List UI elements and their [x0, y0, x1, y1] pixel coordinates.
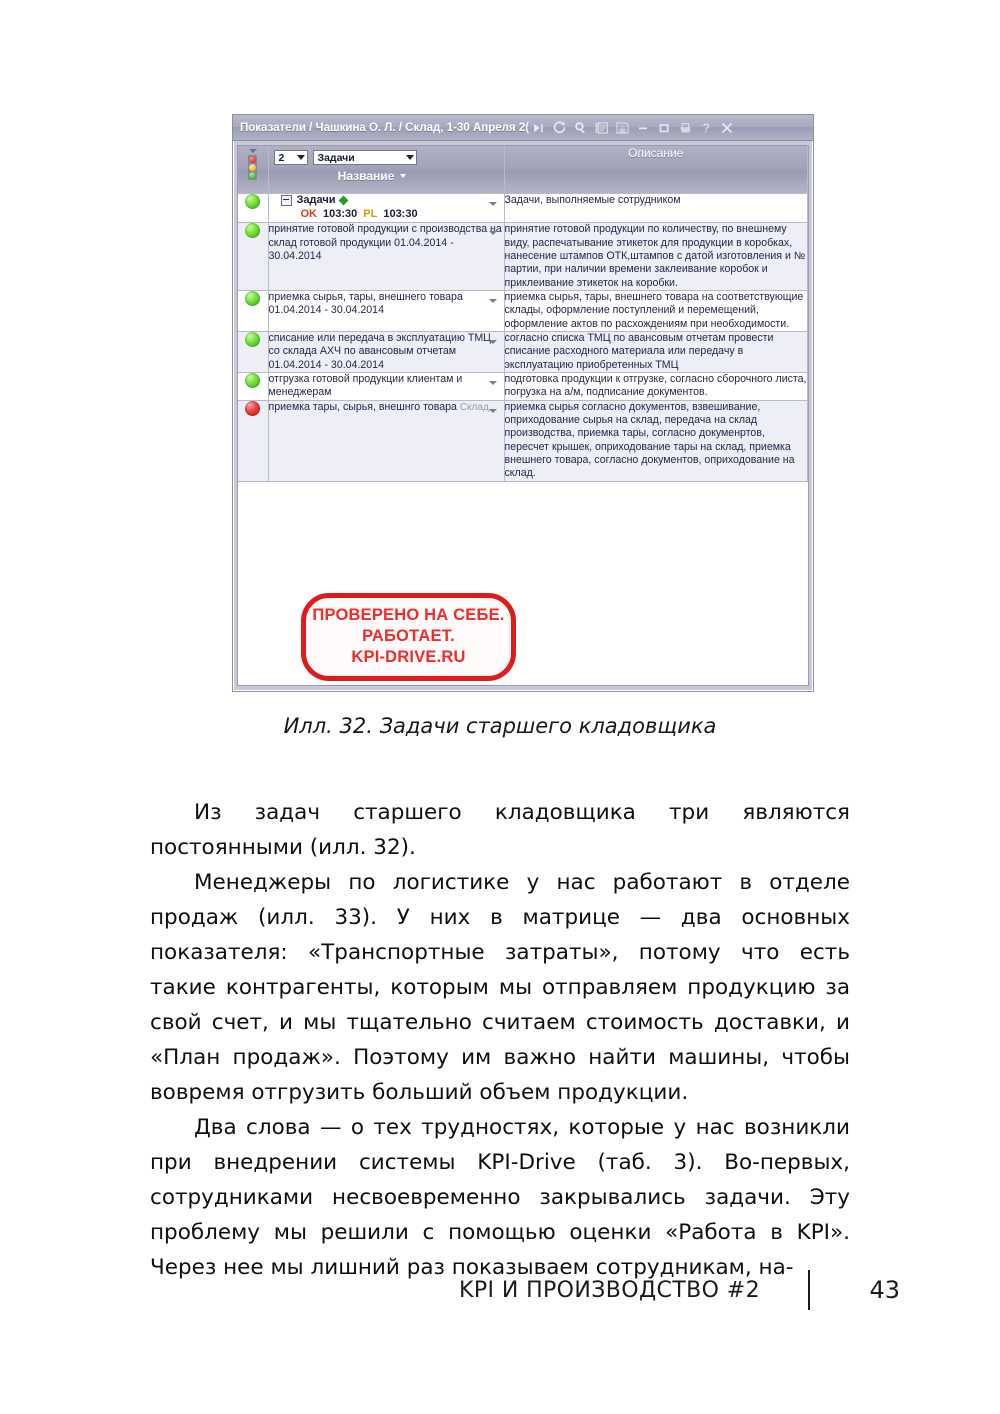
ok-label: OK — [300, 208, 318, 221]
row-status-cell — [238, 193, 269, 224]
row-description-cell: приемка сырья согласно документов, взвеш… — [504, 400, 808, 482]
status-dot-green-icon — [245, 373, 261, 388]
page-footer: KPI И ПРОИЗВОДСТВО #2 43 — [150, 1268, 900, 1312]
row-status-cell — [238, 400, 269, 482]
pl-label: PL — [363, 208, 378, 221]
chevron-down-icon[interactable] — [488, 339, 497, 344]
figure-caption: Илл. 32. Задачи старшего кладовщика — [283, 714, 717, 738]
svg-text:sav: sav — [620, 124, 626, 128]
row-name-cell[interactable]: приемка тары, сырья, внешнго товара Скла… — [268, 400, 505, 482]
paragraph: Два слова — о тех трудностях, которые у … — [150, 1115, 850, 1280]
row-name-cell[interactable]: отгрузка готовой продукции клиентам и ме… — [268, 372, 505, 401]
table-row[interactable]: принятие готовой продукции с производств… — [238, 222, 808, 291]
name-column-header: 2 Задачи Название — [268, 146, 505, 194]
row-name-cell[interactable]: приемка сырья, тары, внешнего товара 01.… — [268, 290, 505, 332]
task-name: приемка тары, сырья, внешнго товара — [268, 400, 457, 413]
print-icon[interactable] — [678, 121, 692, 135]
task-name: списание или передача в эксплуатацию ТМЦ… — [268, 331, 492, 371]
row-description-cell: приемка сырья, тары, внешнего товара на … — [504, 290, 808, 332]
save-icon[interactable]: sav — [615, 121, 629, 135]
body-text: Из задач старшего кладовщика три являютс… — [150, 795, 850, 1285]
search-icon[interactable] — [573, 121, 587, 135]
application-window-screenshot: Показатели / Чашкина О. Л. / Склад, 1-30… — [232, 114, 814, 692]
status-dot-green-icon — [245, 223, 261, 239]
diamond-marker-icon — [339, 195, 349, 206]
status-dot-green-icon — [245, 290, 261, 306]
footer-book-title: KPI И ПРОИЗВОДСТВО #2 — [459, 1277, 760, 1303]
play-next-icon[interactable] — [531, 121, 545, 135]
task-name-tag: Склад, — [459, 401, 492, 413]
stamp-line-1: ПРОВЕРЕНО НА СЕБЕ. — [312, 606, 505, 625]
traffic-red-dot — [249, 156, 257, 163]
status-dot-green-icon — [245, 331, 261, 347]
table-row[interactable]: отгрузка готовой продукции клиентам и ме… — [238, 372, 808, 401]
status-dot-red-icon — [245, 400, 261, 416]
chevron-down-icon — [296, 155, 305, 160]
sort-label: Название — [337, 169, 395, 183]
count-dropdown-value: 2 — [278, 151, 285, 164]
chevron-down-icon[interactable] — [488, 201, 497, 206]
grid-header-row: 2 Задачи Название Описание — [238, 146, 808, 194]
traffic-yellow-dot — [249, 164, 257, 171]
row-description-cell: согласно списка ТМЦ по авансовым отчетам… — [504, 331, 808, 374]
report-icon[interactable] — [594, 121, 608, 135]
row-status-cell — [238, 222, 269, 291]
chevron-down-icon[interactable] — [488, 408, 497, 413]
row-name-cell[interactable]: принятие готовой продукции с производств… — [268, 222, 505, 291]
minimize-icon[interactable] — [636, 121, 650, 135]
status-column-header[interactable] — [238, 146, 269, 194]
type-dropdown-value: Задачи — [317, 151, 355, 164]
row-status-cell — [238, 331, 269, 374]
pl-value: 103:30 — [383, 208, 418, 221]
window-titlebar: Показатели / Чашкина О. Л. / Склад, 1-30… — [233, 115, 813, 141]
table-row[interactable]: приемка сырья, тары, внешнего товара 01.… — [238, 290, 808, 332]
help-icon[interactable]: ? — [699, 121, 713, 135]
row-status-cell — [238, 290, 269, 332]
row-name-cell[interactable]: Задачи OK 103:30 PL 103:30 — [268, 193, 505, 224]
status-dot-green-icon — [245, 193, 261, 209]
traffic-green-dot — [249, 172, 257, 179]
group-title: Задачи — [296, 193, 336, 206]
type-dropdown[interactable]: Задачи — [312, 150, 417, 165]
description-column-header[interactable]: Описание — [504, 146, 808, 194]
task-name: принятие готовой продукции с производств… — [268, 223, 502, 262]
window-title: Показатели / Чашкина О. Л. / Склад, 1-30… — [240, 121, 530, 134]
maximize-icon[interactable] — [657, 121, 671, 135]
row-description-cell: принятие готовой продукции по количеству… — [504, 222, 808, 291]
task-name: отгрузка готовой продукции клиентам и ме… — [268, 373, 463, 399]
paragraph: Менеджеры по логистике у нас работают в … — [150, 870, 850, 1105]
row-description-cell: Задачи, выполняемые сотрудником — [504, 193, 808, 224]
description-column-label: Описание — [628, 146, 684, 160]
row-name-cell[interactable]: списание или передача в эксплуатацию ТМЦ… — [268, 331, 505, 374]
row-description-cell: подготовка продукции к отгрузке, согласн… — [504, 372, 808, 401]
stamp-line-3: KPI-DRIVE.RU — [351, 647, 466, 666]
close-icon[interactable] — [720, 121, 734, 135]
collapse-toggle-icon[interactable] — [280, 194, 292, 206]
sort-control[interactable]: Название — [274, 169, 499, 183]
traffic-light-icon — [248, 155, 258, 180]
chevron-down-icon[interactable] — [488, 298, 497, 303]
stamp-line-2: РАБОТАЕТ. — [362, 627, 455, 646]
chevron-down-icon[interactable] — [488, 231, 497, 236]
row-status-cell — [238, 372, 269, 401]
ok-value: 103:30 — [323, 208, 358, 221]
refresh-icon[interactable] — [552, 121, 566, 135]
count-dropdown[interactable]: 2 — [273, 150, 308, 165]
table-row[interactable]: Задачи OK 103:30 PL 103:30 Задачи, выпол… — [238, 193, 808, 224]
chevron-down-icon — [400, 174, 407, 178]
footer-divider — [808, 1270, 810, 1310]
chevron-down-icon[interactable] — [248, 149, 257, 153]
table-row[interactable]: приемка тары, сырья, внешнго товара Скла… — [238, 400, 808, 482]
chevron-down-icon[interactable] — [488, 381, 497, 385]
chevron-down-icon — [405, 155, 414, 160]
table-row[interactable]: списание или передача в эксплуатацию ТМЦ… — [238, 331, 808, 374]
task-name: приемка сырья, тары, внешнего товара 01.… — [268, 290, 463, 317]
page-number: 43 — [869, 1276, 900, 1304]
paragraph: Из задач старшего кладовщика три являютс… — [150, 800, 850, 860]
watermark-stamp: ПРОВЕРЕНО НА СЕБЕ. РАБОТАЕТ. KPI-DRIVE.R… — [301, 593, 516, 681]
titlebar-icon-group: sav ? — [531, 121, 734, 135]
